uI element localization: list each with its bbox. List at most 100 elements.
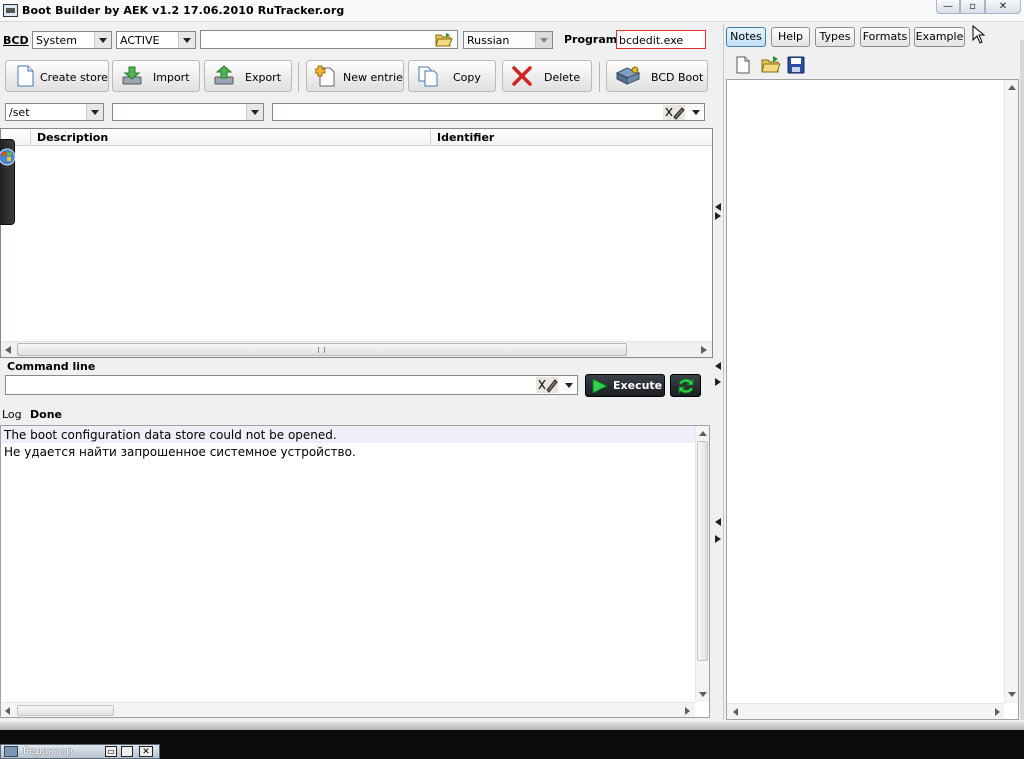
open-folder-icon[interactable] (435, 32, 453, 47)
restore-icon[interactable]: ▭ (105, 746, 117, 757)
tab-example[interactable]: Example (914, 27, 965, 47)
chevron-down-icon (94, 32, 111, 48)
export-button[interactable]: Export (204, 60, 292, 92)
tab-formats[interactable]: Formats (860, 27, 910, 47)
program-input[interactable]: bcdedit.exe (616, 30, 706, 49)
splitter-left-icon[interactable] (715, 203, 721, 211)
taskbar-item[interactable]: Редактор ▭ ✕ (0, 744, 160, 759)
gadget-sidebar-handle[interactable] (0, 139, 16, 225)
splitter-left-icon[interactable] (715, 362, 721, 370)
refresh-button[interactable] (670, 374, 701, 397)
chevron-down-icon (535, 32, 552, 48)
tab-types[interactable]: Types (815, 27, 855, 47)
create-store-label: Create store (40, 71, 108, 84)
log-line: The boot configuration data store could … (4, 428, 337, 442)
param-input[interactable] (272, 103, 705, 121)
notes-horizontal-scrollbar[interactable] (727, 703, 1004, 719)
column-header-description[interactable]: Description (31, 129, 431, 146)
store-select[interactable]: System (32, 31, 112, 49)
refresh-icon (678, 377, 694, 395)
language-select-value: Russian (467, 34, 510, 47)
log-line: Не удается найти запрошенное системное у… (4, 445, 356, 459)
execute-label: Execute (613, 379, 663, 392)
command-line-label: Command line (7, 360, 96, 373)
program-label: Program (564, 33, 618, 46)
scrollbar-thumb[interactable] (17, 705, 114, 716)
close-icon[interactable]: ✕ (139, 746, 153, 757)
language-select[interactable]: Russian (463, 31, 553, 49)
scroll-left-icon[interactable] (5, 707, 10, 715)
play-icon (592, 379, 608, 393)
tab-notes[interactable]: Notes (726, 27, 766, 47)
maximize-icon[interactable] (121, 746, 133, 757)
close-button[interactable]: ✕ (985, 0, 1021, 14)
copy-button[interactable]: Copy (408, 60, 496, 92)
title-bar: Boot Builder by AEK v1.2 17.06.2010 RuTr… (0, 0, 1024, 22)
notes-editor[interactable] (726, 79, 1019, 720)
program-input-value: bcdedit.exe (619, 34, 684, 47)
command-input[interactable] (5, 375, 578, 395)
clear-edit-icon[interactable] (536, 377, 558, 393)
panel-divider (723, 24, 724, 720)
maximize-button[interactable]: ▫ (960, 0, 985, 14)
log-output[interactable]: The boot configuration data store could … (0, 425, 710, 718)
mode-select-value: ACTIVE (120, 34, 160, 47)
scroll-right-icon[interactable] (701, 346, 707, 354)
scroll-down-icon[interactable] (1008, 692, 1016, 697)
window-bottom-border (0, 722, 1024, 730)
bcd-boot-label: BCD Boot (651, 71, 704, 84)
scroll-up-icon[interactable] (1008, 85, 1016, 90)
create-store-button[interactable]: Create store (5, 60, 109, 92)
scrollbar-thumb[interactable] (697, 441, 708, 661)
execute-button[interactable]: Execute (585, 374, 665, 397)
toolbar-divider (599, 62, 600, 92)
delete-icon (512, 66, 532, 86)
export-icon (214, 65, 234, 85)
delete-button[interactable]: Delete (502, 60, 592, 92)
bcd-boot-icon (615, 66, 641, 85)
splitter-left-icon[interactable] (715, 518, 721, 526)
switch-select-value: /set (9, 106, 30, 119)
import-label: Import (153, 71, 190, 84)
scroll-up-icon[interactable] (699, 431, 707, 436)
bcd-boot-button[interactable]: BCD Boot (606, 60, 708, 92)
type-select[interactable] (112, 103, 264, 121)
copy-icon (418, 66, 438, 87)
open-folder-icon[interactable] (761, 55, 781, 75)
chevron-down-icon[interactable] (688, 104, 704, 120)
scroll-left-icon[interactable] (733, 708, 738, 716)
list-horizontal-scrollbar[interactable] (1, 341, 712, 357)
log-vertical-scrollbar[interactable] (695, 426, 709, 702)
scroll-right-icon[interactable] (995, 708, 1000, 716)
app-icon (4, 746, 18, 757)
scroll-down-icon[interactable] (699, 692, 707, 697)
list-header: Description Identifier (1, 129, 712, 146)
save-icon[interactable] (786, 55, 806, 75)
splitter-right-icon[interactable] (715, 378, 721, 386)
splitter-right-icon[interactable] (715, 535, 721, 543)
entries-list[interactable]: Description Identifier (0, 128, 713, 358)
splitter-right-icon[interactable] (715, 212, 721, 220)
switch-select[interactable]: /set (5, 103, 104, 121)
import-button[interactable]: Import (112, 60, 200, 92)
column-header-identifier[interactable]: Identifier (431, 129, 712, 146)
scroll-right-icon[interactable] (685, 707, 690, 715)
export-label: Export (245, 71, 282, 84)
bcd-label: BCD (3, 34, 29, 47)
path-input[interactable] (200, 30, 458, 49)
minimize-button[interactable]: — (936, 0, 960, 14)
scroll-left-icon[interactable] (5, 346, 11, 354)
chevron-down-icon[interactable] (561, 377, 577, 393)
new-file-icon[interactable] (733, 55, 753, 75)
log-horizontal-scrollbar[interactable] (1, 702, 695, 717)
new-document-icon (17, 65, 34, 87)
tab-help[interactable]: Help (771, 27, 810, 47)
mode-select[interactable]: ACTIVE (116, 31, 196, 49)
notes-vertical-scrollbar[interactable] (1004, 80, 1018, 703)
new-entrie-button[interactable]: New entrie (306, 60, 404, 92)
chevron-down-icon (178, 32, 195, 48)
clear-edit-icon[interactable] (663, 105, 685, 120)
copy-label: Copy (453, 71, 481, 84)
log-status: Done (30, 408, 62, 421)
scrollbar-thumb[interactable] (17, 343, 627, 356)
